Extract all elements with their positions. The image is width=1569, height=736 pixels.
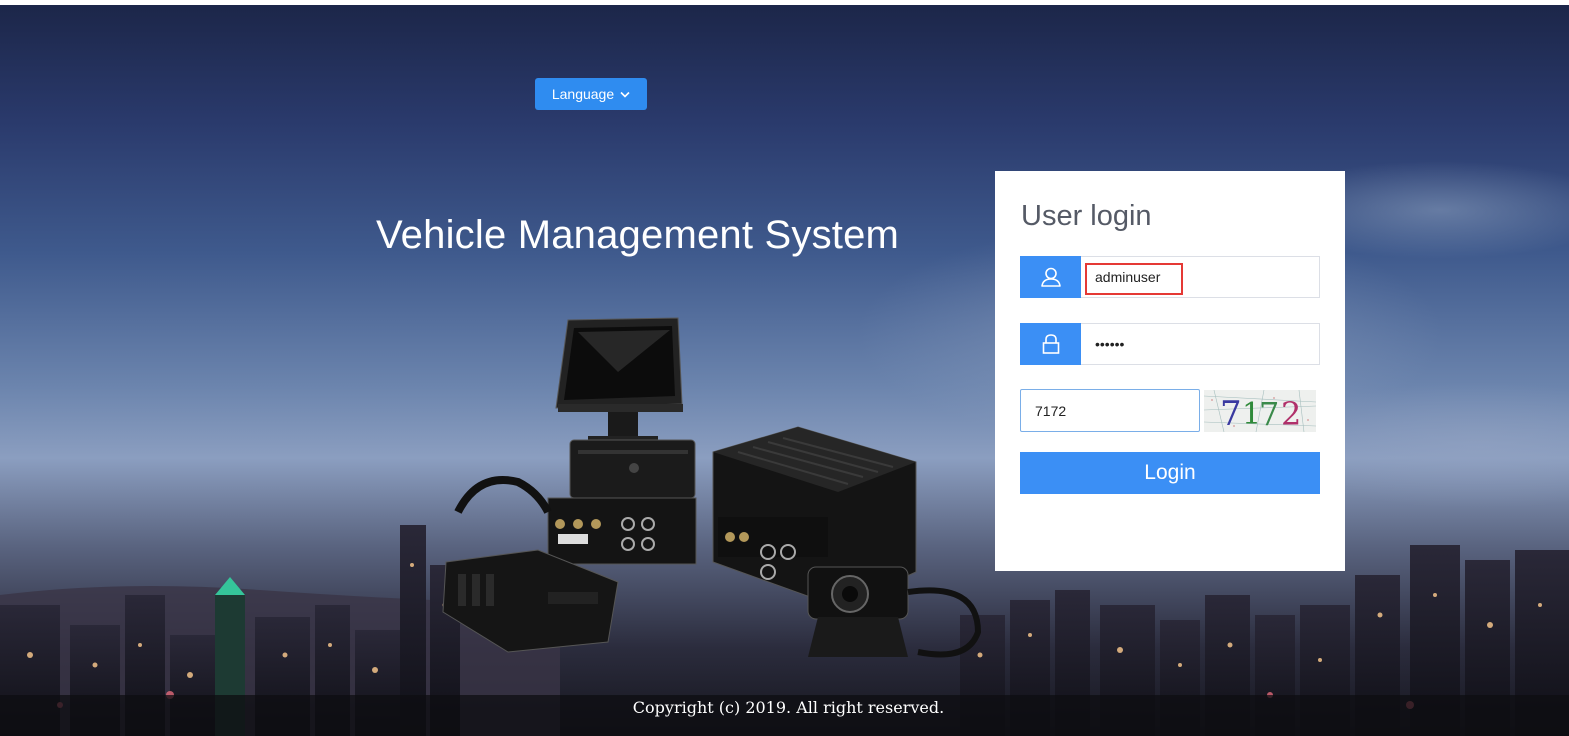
password-input[interactable] [1085,330,1315,358]
username-input[interactable] [1085,263,1315,291]
username-field [1020,256,1320,298]
captcha-input[interactable] [1020,389,1200,432]
language-dropdown-button[interactable]: Language [535,78,647,110]
lock-icon [1042,334,1059,354]
captcha-digit-3: 7 [1259,395,1279,432]
user-icon-addon [1020,256,1081,298]
copyright-text: Copyright (c) 2019. All right reserved. [632,698,945,717]
captcha-digit-4: 2 [1281,395,1301,432]
dvr-top [547,439,697,565]
login-panel: User login adminuser 7172 7 1 7 2 Login [995,171,1345,571]
chevron-down-icon [620,91,630,98]
login-title: User login [1021,200,1152,232]
captcha-image[interactable]: 7 1 7 2 [1204,390,1316,432]
password-field [1020,323,1320,365]
language-label: Language [551,86,615,102]
monitor-device [555,317,683,446]
user-icon [1040,267,1061,287]
app-title: Vehicle Management System [376,213,900,257]
login-button[interactable]: Login [1020,452,1320,494]
lock-icon-addon [1020,323,1081,365]
camera-device [807,566,982,658]
captcha-graphic: 7 1 7 2 [1204,390,1316,432]
captcha-digit-1: 7 [1220,394,1242,432]
vehicle-dvr-devices-image [442,317,982,658]
